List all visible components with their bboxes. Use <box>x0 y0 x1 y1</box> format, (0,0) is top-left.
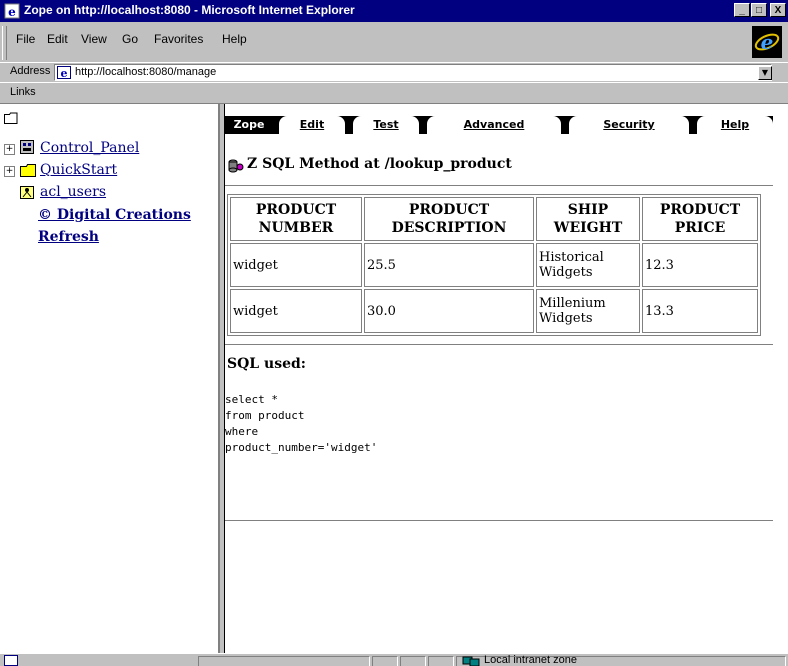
divider <box>225 344 773 346</box>
digital-creations-link[interactable]: © Digital Creations <box>38 207 191 223</box>
address-label: Address <box>10 65 51 77</box>
address-input[interactable]: e http://localhost:8080/manage <box>54 64 772 81</box>
close-button[interactable]: X <box>770 3 786 17</box>
root-folder-icon[interactable] <box>4 112 18 124</box>
links-label[interactable]: Links <box>10 86 36 98</box>
table-header-row: PRODUCT NUMBER PRODUCT DESCRIPTION SHIP WEI… <box>230 197 758 241</box>
refresh-link[interactable]: Refresh <box>38 229 99 245</box>
tree-item-control-panel[interactable]: Control_Panel <box>40 140 139 156</box>
main-frame: Zope Edit Test Advanced Security Help Z … <box>225 104 788 653</box>
svg-text:e: e <box>61 67 68 79</box>
ie-logo-icon: e <box>752 26 782 58</box>
table-cell: widget <box>230 243 362 287</box>
sql-query-text: select * from product where product_numb… <box>225 393 378 454</box>
status-page-icon <box>4 655 18 666</box>
minimize-button[interactable]: _ <box>734 3 750 17</box>
user-folder-icon <box>20 186 34 199</box>
toolbar-grip[interactable] <box>2 26 7 60</box>
menu-help[interactable]: Help <box>222 32 247 46</box>
tab-test[interactable]: Test <box>353 116 419 134</box>
column-header-product-description: PRODUCT DESCRIPTION <box>364 197 534 241</box>
table-cell: 12.3 <box>642 243 758 287</box>
tab-bar: Zope Edit Test Advanced Security Help <box>225 116 773 134</box>
menu-file[interactable]: File <box>16 32 35 46</box>
address-dropdown-button[interactable]: ▼ <box>758 66 772 80</box>
sql-used-heading: SQL used: <box>227 356 306 372</box>
tab-advanced[interactable]: Advanced <box>427 116 561 134</box>
menu-view[interactable]: View <box>81 32 107 46</box>
address-url: http://localhost:8080/manage <box>75 66 217 78</box>
zsql-method-icon <box>228 159 244 173</box>
navigation-frame: + Control_Panel + QuickStart acl_users ©… <box>0 104 220 653</box>
intranet-zone-icon <box>462 656 480 666</box>
control-panel-icon <box>20 140 34 154</box>
menu-edit[interactable]: Edit <box>47 32 68 46</box>
tab-edit[interactable]: Edit <box>279 116 345 134</box>
links-bar: Links <box>0 82 788 104</box>
tab-zope: Zope <box>233 118 265 131</box>
tab-help[interactable]: Help <box>697 116 773 134</box>
table-cell: 25.5 <box>364 243 534 287</box>
column-header-product-price: PRODUCT PRICE <box>642 197 758 241</box>
browser-content: + Control_Panel + QuickStart acl_users ©… <box>0 104 788 653</box>
address-bar: Address e http://localhost:8080/manage ▼ <box>0 62 788 83</box>
table-cell: 30.0 <box>364 289 534 333</box>
svg-text:e: e <box>8 5 16 19</box>
expand-quickstart-icon[interactable]: + <box>4 166 15 177</box>
menu-bar: File Edit View Go Favorites Help e <box>0 22 788 63</box>
table-cell: Historical Widgets <box>536 243 640 287</box>
expand-control-panel-icon[interactable]: + <box>4 144 15 155</box>
tab-security[interactable]: Security <box>569 116 689 134</box>
table-row: widget 25.5 Historical Widgets 12.3 <box>230 243 758 287</box>
ie-page-icon: e <box>4 3 20 19</box>
page-title: Z SQL Method at /lookup_product <box>247 156 512 172</box>
column-header-product-number: PRODUCT NUMBER <box>230 197 362 241</box>
divider <box>225 185 773 187</box>
menu-favorites[interactable]: Favorites <box>154 32 203 46</box>
folder-icon <box>20 164 36 177</box>
results-table: PRODUCT NUMBER PRODUCT DESCRIPTION SHIP WEI… <box>227 194 761 336</box>
tree-item-acl-users[interactable]: acl_users <box>40 184 106 200</box>
column-header-ship-weight: SHIP WEIGHT <box>536 197 640 241</box>
table-cell: Millenium Widgets <box>536 289 640 333</box>
table-cell: 13.3 <box>642 289 758 333</box>
status-bar: Local intranet zone <box>0 653 788 666</box>
window-title: Zope on http://localhost:8080 - Microsof… <box>24 3 355 17</box>
table-row: widget 30.0 Millenium Widgets 13.3 <box>230 289 758 333</box>
page-icon: e <box>57 66 71 79</box>
window-title-bar[interactable]: e Zope on http://localhost:8080 - Micros… <box>0 0 788 22</box>
maximize-button[interactable]: □ <box>751 3 767 17</box>
table-cell: widget <box>230 289 362 333</box>
menu-go[interactable]: Go <box>122 32 138 46</box>
tree-item-quickstart[interactable]: QuickStart <box>40 162 117 178</box>
divider <box>225 520 773 522</box>
svg-text:e: e <box>761 30 774 54</box>
status-zone-label: Local intranet zone <box>484 654 577 666</box>
